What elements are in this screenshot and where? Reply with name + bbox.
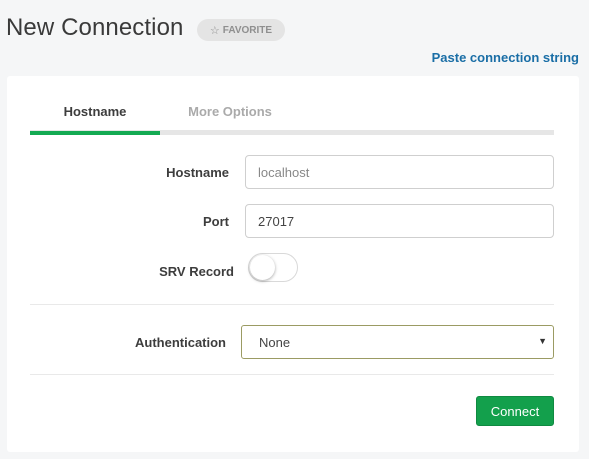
toggle-knob: [250, 255, 275, 280]
new-connection-page: New Connection ☆ FAVORITE Paste connecti…: [0, 0, 589, 459]
tab-more-options[interactable]: More Options: [160, 104, 300, 119]
authentication-select[interactable]: None ▼: [241, 325, 554, 359]
authentication-label: Authentication: [135, 335, 226, 350]
caret-down-icon: ▼: [538, 336, 547, 346]
port-input[interactable]: [245, 204, 554, 238]
paste-connection-string-link[interactable]: Paste connection string: [432, 50, 579, 65]
connection-tabs: Hostname More Options: [30, 98, 554, 135]
srv-record-label: SRV Record: [159, 264, 234, 279]
tab-hostname[interactable]: Hostname: [30, 104, 160, 119]
favorite-label: FAVORITE: [222, 24, 273, 36]
hostname-label: Hostname: [166, 165, 229, 180]
favorite-button[interactable]: ☆ FAVORITE: [197, 19, 285, 41]
port-label: Port: [203, 214, 229, 229]
active-tab-indicator: [30, 131, 160, 135]
authentication-selected-value: None: [259, 334, 291, 350]
connect-button[interactable]: Connect: [476, 396, 554, 426]
srv-record-toggle[interactable]: [248, 253, 298, 282]
connection-form-card: Hostname More Options Hostname Port SRV …: [7, 76, 579, 452]
section-divider-bottom: [30, 374, 554, 375]
page-title: New Connection: [6, 14, 184, 41]
section-divider-top: [30, 304, 554, 305]
star-icon: ☆: [209, 24, 220, 37]
hostname-input[interactable]: [245, 155, 554, 189]
